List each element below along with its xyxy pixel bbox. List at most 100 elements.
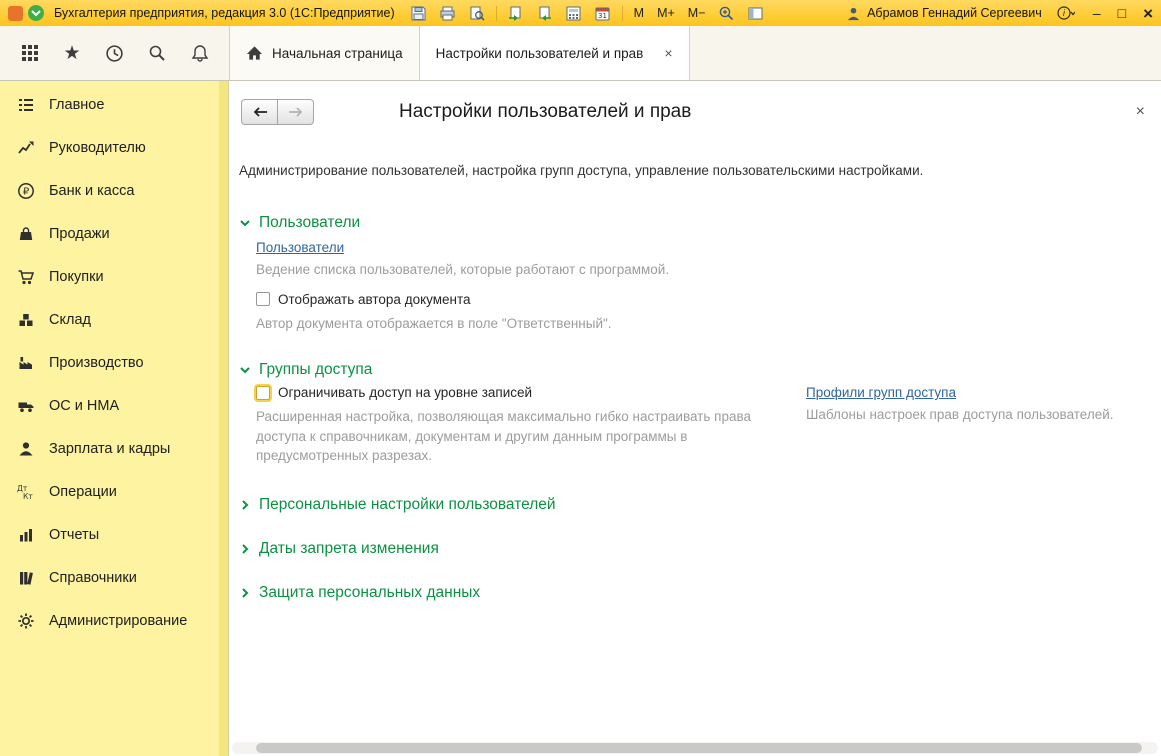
checkbox-unchecked[interactable]: [256, 292, 270, 306]
print-preview-icon[interactable]: [467, 3, 487, 23]
ruble-icon: ₽: [16, 182, 36, 200]
users-link[interactable]: Пользователи: [256, 240, 1161, 255]
user-menu[interactable]: Абрамов Геннадий Сергеевич: [846, 6, 1042, 21]
arrow-left-icon: [252, 106, 268, 118]
svg-text:Кт: Кт: [23, 492, 33, 501]
gear-icon: [16, 612, 36, 630]
window-title: Бухгалтерия предприятия, редакция 3.0 (1…: [54, 6, 395, 20]
tab-label: Начальная страница: [272, 46, 403, 61]
calculator-icon[interactable]: [564, 3, 584, 23]
scrollbar-thumb[interactable]: [256, 743, 1142, 753]
minimize-button[interactable]: –: [1093, 6, 1101, 20]
tab-label: Настройки пользователей и прав: [436, 46, 644, 61]
section-personal-settings-header[interactable]: Персональные настройки пользователей: [239, 496, 1161, 514]
sidebar-item-fixed-assets[interactable]: ОС и НМА: [0, 384, 228, 427]
titlebar-toolbar: 31 M M+ M−: [409, 3, 766, 23]
save-icon[interactable]: [409, 3, 429, 23]
section-access-groups-header[interactable]: Группы доступа: [239, 361, 1161, 379]
window-controls: i – □ ×: [1056, 3, 1153, 23]
checkbox-unchecked-focused[interactable]: [256, 386, 270, 400]
sidebar-item-purchases[interactable]: Покупки: [0, 255, 228, 298]
open-link-icon[interactable]: [506, 3, 526, 23]
page-title: Настройки пользователей и прав: [399, 101, 691, 123]
sidebar-item-label: Справочники: [49, 570, 137, 586]
section-title: Защита персональных данных: [259, 584, 480, 602]
sidebar-item-sales[interactable]: Продажи: [0, 212, 228, 255]
get-link-icon[interactable]: [535, 3, 555, 23]
sidebar-item-main[interactable]: Главное: [0, 83, 228, 126]
factory-icon: [16, 354, 36, 372]
titlebar: Бухгалтерия предприятия, редакция 3.0 (1…: [0, 0, 1161, 26]
close-button[interactable]: ×: [1143, 5, 1153, 22]
svg-text:₽: ₽: [23, 186, 30, 197]
forward-button[interactable]: [277, 99, 314, 125]
memory-recall-button[interactable]: M: [632, 3, 646, 23]
tab-home[interactable]: Начальная страница: [229, 26, 419, 80]
memory-plus-button[interactable]: M+: [655, 3, 677, 23]
calendar-icon[interactable]: 31: [593, 3, 613, 23]
sidebar-item-bank-cash[interactable]: ₽ Банк и касса: [0, 169, 228, 212]
panels-icon[interactable]: [746, 3, 766, 23]
shopping-bag-icon: [16, 225, 36, 243]
app-logo-icon[interactable]: [8, 6, 23, 21]
sidebar-item-label: Продажи: [49, 226, 110, 242]
sidebar-item-label: Покупки: [49, 269, 104, 285]
sidebar-item-warehouse[interactable]: Склад: [0, 298, 228, 341]
sidebar-item-manager[interactable]: Руководителю: [0, 126, 228, 169]
menu-grid-icon[interactable]: [17, 40, 43, 66]
sidebar-scrollbar[interactable]: [219, 81, 228, 756]
person-icon: [16, 440, 36, 458]
print-icon[interactable]: [438, 3, 458, 23]
user-icon: [846, 6, 861, 21]
show-document-author-checkbox-row[interactable]: Отображать автора документа: [256, 292, 1161, 307]
sidebar-item-references[interactable]: Справочники: [0, 556, 228, 599]
access-group-profiles-link[interactable]: Профили групп доступа: [806, 385, 1114, 400]
sidebar-item-production[interactable]: Производство: [0, 341, 228, 384]
form-close-icon[interactable]: ×: [1136, 104, 1145, 120]
cart-icon: [16, 268, 36, 286]
chevron-right-icon: [239, 587, 251, 599]
sidebar: Главное Руководителю ₽ Банк и касса Прод…: [0, 81, 229, 756]
search-icon[interactable]: [144, 40, 170, 66]
memory-minus-button[interactable]: M−: [686, 3, 708, 23]
sidebar-item-label: Главное: [49, 97, 104, 113]
tab-close-icon[interactable]: ×: [664, 45, 672, 61]
sidebar-item-salary-hr[interactable]: Зарплата и кадры: [0, 427, 228, 470]
main-menu-button[interactable]: [28, 5, 44, 21]
tab-user-rights-settings[interactable]: Настройки пользователей и прав ×: [419, 26, 690, 80]
section-users-header[interactable]: Пользователи: [239, 214, 1161, 232]
section-title: Даты запрета изменения: [259, 540, 439, 558]
favorites-star-icon[interactable]: ★: [59, 40, 85, 66]
arrow-right-icon: [288, 106, 304, 118]
sidebar-item-label: ОС и НМА: [49, 398, 119, 414]
chevron-down-icon: [239, 364, 251, 376]
chevron-down-icon: [31, 9, 41, 17]
sidebar-item-label: Руководителю: [49, 140, 146, 156]
sidebar-item-reports[interactable]: Отчеты: [0, 513, 228, 556]
trend-chart-icon: [16, 139, 36, 157]
maximize-button[interactable]: □: [1118, 6, 1126, 20]
section-personal-data-protection-header[interactable]: Защита персональных данных: [239, 584, 1161, 602]
boxes-icon: [16, 311, 36, 329]
section-restriction-dates-header[interactable]: Даты запрета изменения: [239, 540, 1161, 558]
page-description: Администрирование пользователей, настрой…: [239, 163, 1145, 178]
svg-text:i: i: [1063, 9, 1066, 19]
tabbar: ★ Начальная страница Настройки пользоват…: [0, 26, 1161, 81]
toolbar-separator: [496, 6, 497, 21]
restrict-access-hint: Расширенная настройка, позволяющая макси…: [256, 407, 786, 466]
history-icon[interactable]: [102, 40, 128, 66]
restrict-access-checkbox-row[interactable]: Ограничивать доступ на уровне записей: [256, 385, 786, 400]
history-nav-buttons: [241, 99, 314, 125]
sidebar-item-operations[interactable]: ДтКт Операции: [0, 470, 228, 513]
app-window: Бухгалтерия предприятия, редакция 3.0 (1…: [0, 0, 1161, 756]
sidebar-item-administration[interactable]: Администрирование: [0, 599, 228, 642]
zoom-icon[interactable]: [717, 3, 737, 23]
info-icon[interactable]: i: [1056, 3, 1076, 23]
back-button[interactable]: [241, 99, 278, 125]
notifications-bell-icon[interactable]: [187, 40, 213, 66]
horizontal-scrollbar[interactable]: [232, 742, 1158, 754]
sidebar-item-label: Администрирование: [49, 613, 187, 629]
chevron-down-icon: [239, 217, 251, 229]
toolbar-separator: [622, 6, 623, 21]
home-icon: [246, 45, 263, 61]
